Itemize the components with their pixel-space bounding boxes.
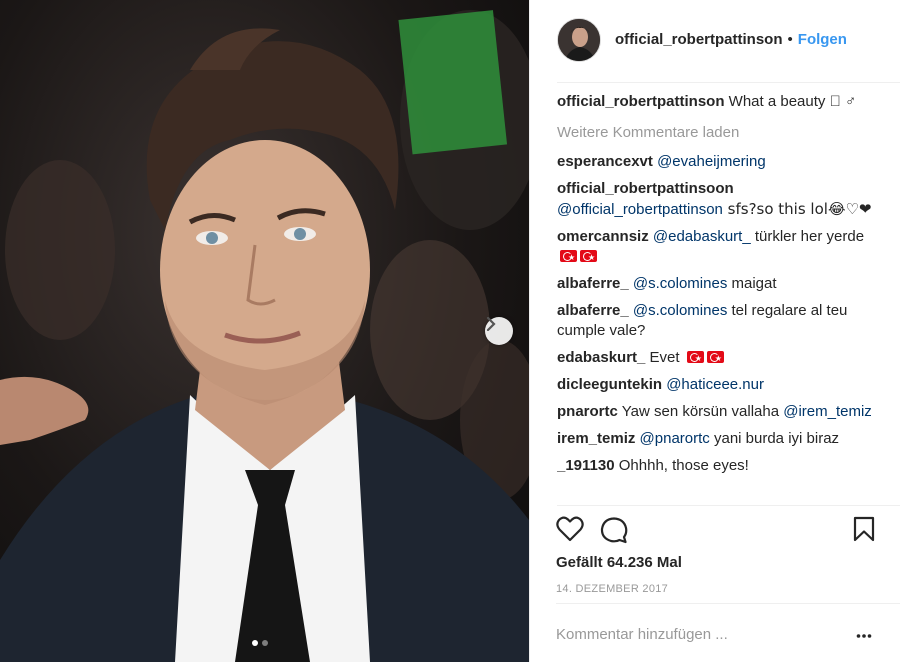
comment-username[interactable]: omercannsiz: [557, 228, 649, 245]
list-item: albaferre_ @s.colomines maigat: [557, 274, 877, 294]
list-item: pnarortc Yaw sen körsün vallaha @irem_te…: [557, 402, 877, 422]
post-actions: [556, 514, 878, 548]
carousel-indicator: [252, 640, 268, 646]
bookmark-icon: [853, 516, 875, 542]
post-header: official_robertpattinson • Folgen: [557, 16, 877, 63]
comment-text: türkler her yerde: [750, 228, 865, 245]
comment-mention[interactable]: @haticeee.nur: [666, 376, 764, 393]
comment-text: sfs?so this lol😂♡❤: [722, 200, 872, 218]
comment-text: Evet: [645, 349, 680, 366]
comment-username[interactable]: _191130: [557, 457, 615, 474]
turkey-flag-icon: [580, 248, 597, 268]
heart-icon: [556, 516, 584, 542]
header-divider: [557, 82, 900, 83]
more-options-icon: [856, 634, 872, 638]
comment-bubble-icon: [600, 517, 628, 544]
list-item: omercannsiz @edabaskurt_ türkler her yer…: [557, 227, 877, 268]
comment-mention[interactable]: @s.colomines: [633, 275, 727, 292]
profile-photo: [558, 18, 600, 61]
comment-username[interactable]: pnarortc: [557, 403, 618, 420]
list-item: dicleeguntekin @haticeee.nur: [557, 375, 877, 395]
turkey-flag-icon: [686, 349, 704, 369]
carousel-dot-active: [252, 640, 258, 646]
follow-button[interactable]: Folgen: [798, 31, 847, 48]
carousel-next-button[interactable]: [485, 317, 513, 345]
save-button[interactable]: [853, 516, 875, 547]
portrait-image: [0, 10, 529, 662]
list-item: esperancexvt @evaheijmering: [557, 152, 877, 172]
comment-mention[interactable]: @evaheijmering: [657, 153, 766, 170]
comment-text: maigat: [727, 275, 777, 292]
comment-text: Yaw sen körsün vallaha: [617, 403, 780, 420]
list-item: albaferre_ @s.colomines tel regalare al …: [557, 301, 877, 341]
load-more-comments-button[interactable]: Weitere Kommentare laden: [557, 123, 877, 143]
comment-mention[interactable]: @irem_temiz: [783, 403, 872, 420]
comment-username[interactable]: irem_temiz: [557, 430, 635, 447]
post-date[interactable]: 14. DEZEMBER 2017: [556, 583, 668, 595]
comment-mention[interactable]: @official_robertpattinson: [557, 201, 723, 218]
carousel-dot: [262, 640, 268, 646]
more-options-button[interactable]: [856, 626, 872, 644]
list-item: _191130 Ohhhh, those eyes!: [557, 456, 877, 476]
comment-text: yani burda iyi biraz: [709, 430, 840, 447]
likes-count[interactable]: Gefällt 64.236 Mal: [556, 554, 682, 571]
post-photo[interactable]: [0, 0, 529, 662]
actions-divider: [557, 505, 900, 506]
avatar[interactable]: [557, 17, 601, 62]
comment-mention[interactable]: @pnarortc: [640, 430, 710, 447]
caption-text: What a beauty 🏾 ♂: [724, 93, 857, 110]
comment-input[interactable]: [556, 622, 846, 646]
comment-text: Ohhhh, those eyes!: [614, 457, 749, 474]
comment-username[interactable]: esperancexvt: [557, 153, 653, 170]
input-divider: [556, 603, 900, 604]
header-username[interactable]: official_robertpattinson: [615, 31, 783, 48]
comment-button[interactable]: [600, 516, 628, 549]
list-item: official_robertpattinsoon @official_robe…: [557, 179, 877, 220]
instagram-post: official_robertpattinson • Folgen offici…: [0, 0, 900, 662]
comment-mention[interactable]: @s.colomines: [633, 302, 727, 319]
turkey-flag-icon: [560, 248, 577, 268]
caption-username[interactable]: official_robertpattinson: [557, 93, 725, 110]
comments-list[interactable]: official_robertpattinson What a beauty 🏾…: [557, 92, 877, 505]
comment-mention[interactable]: @edabaskurt_: [653, 228, 751, 245]
comment-username[interactable]: albaferre_: [557, 302, 629, 319]
comment-username[interactable]: edabaskurt_: [557, 349, 645, 366]
list-item: irem_temiz @pnarortc yani burda iyi bira…: [557, 429, 877, 449]
caption: official_robertpattinson What a beauty 🏾…: [557, 92, 877, 112]
chevron-right-icon: [486, 317, 496, 331]
list-item: edabaskurt_ Evet: [557, 348, 877, 369]
turkey-flag-icon: [706, 349, 724, 369]
header-separator: •: [787, 31, 793, 48]
like-button[interactable]: [556, 516, 584, 547]
comment-username[interactable]: official_robertpattinsoon: [557, 180, 734, 197]
comment-username[interactable]: albaferre_: [557, 275, 629, 292]
comment-username[interactable]: dicleeguntekin: [557, 376, 662, 393]
